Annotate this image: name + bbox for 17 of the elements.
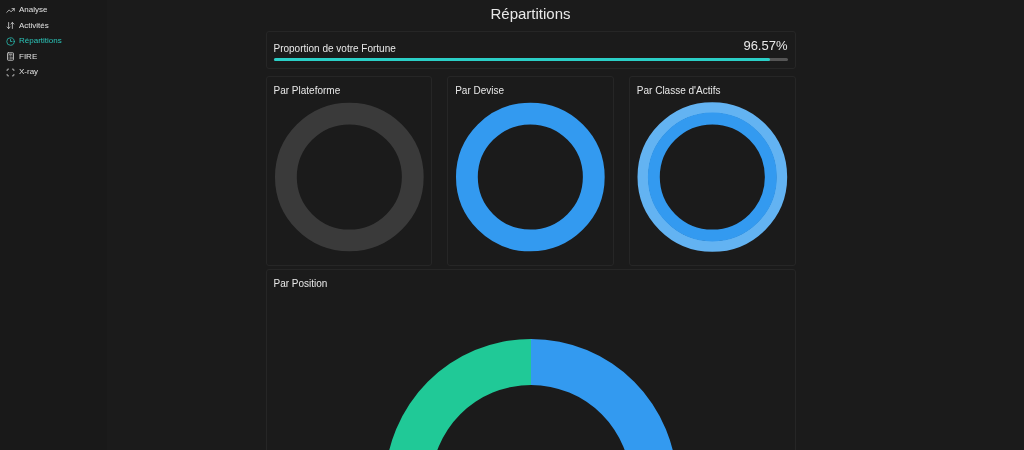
page-title: Répartitions: [489, 4, 572, 24]
sidebar-item[interactable]: FIRE: [6, 50, 107, 63]
chart-title: Par Plateforme: [273, 83, 342, 98]
fortune-label: Proportion de votre Fortune: [273, 41, 396, 56]
sidebar-item[interactable]: X-ray: [6, 66, 107, 79]
trend-line-icon: [6, 5, 15, 15]
chart-title: Par Devise: [455, 83, 506, 98]
arrows-icon: [6, 21, 15, 31]
sidebar-item[interactable]: Analyse: [6, 4, 107, 17]
scan-icon: [6, 67, 15, 77]
chart-title: Par Position: [273, 276, 329, 291]
sidebar-item[interactable]: Activités: [6, 19, 107, 32]
sidebar-item[interactable]: Répartitions: [6, 35, 107, 48]
calculator-icon: [6, 52, 15, 62]
fortune-percentage: 96.57%: [743, 37, 788, 55]
chart-title: Par Classe d'Actifs: [636, 83, 722, 98]
clock-icon: [6, 36, 15, 46]
